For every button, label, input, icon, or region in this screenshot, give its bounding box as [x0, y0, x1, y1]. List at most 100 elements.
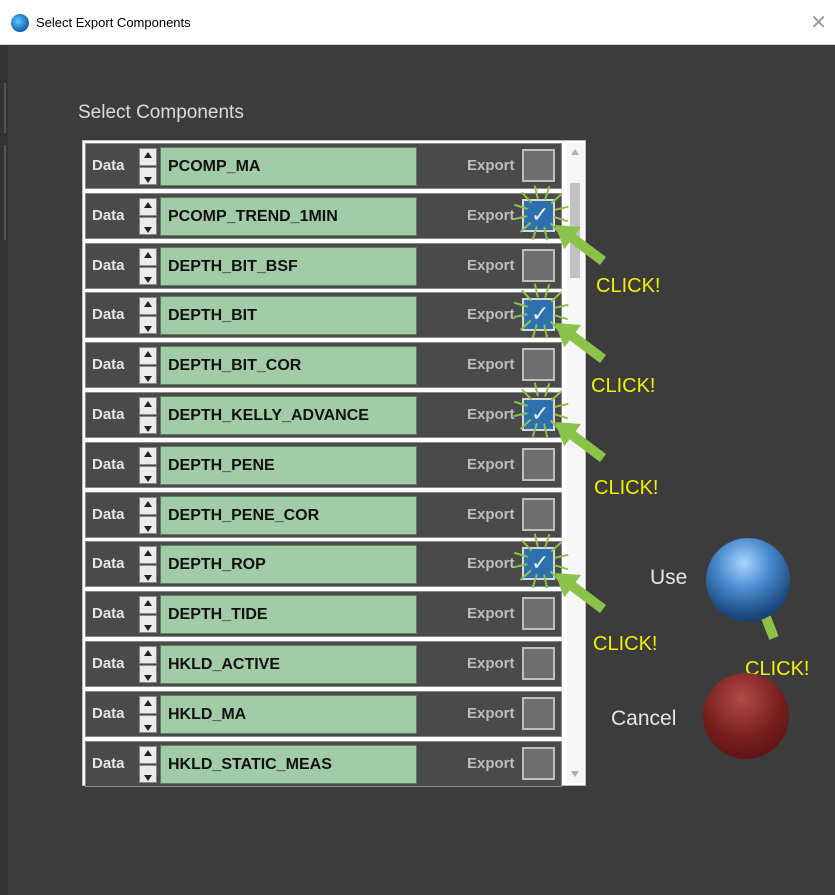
data-spinner[interactable]	[139, 297, 157, 335]
click-annotation-text: CLICK!	[596, 275, 661, 297]
caret-down-icon	[144, 177, 152, 183]
checkmark-icon: ✓	[531, 551, 550, 577]
component-name-field[interactable]: HKLD_MA	[160, 694, 417, 734]
data-spinner[interactable]	[139, 695, 157, 734]
spinner-down-button[interactable]	[139, 416, 157, 434]
spinner-down-button[interactable]	[139, 714, 157, 733]
export-checkbox[interactable]: ✓	[522, 198, 555, 232]
data-spinner[interactable]	[139, 197, 157, 236]
export-label: Export	[467, 704, 515, 722]
window-left-edge	[0, 45, 8, 895]
export-checkbox[interactable]	[522, 348, 555, 382]
component-name-field[interactable]: DEPTH_BIT_BSF	[160, 246, 417, 286]
spinner-down-button[interactable]	[139, 167, 157, 185]
data-spinner[interactable]	[139, 148, 157, 186]
click-annotation-text: CLICK!	[591, 375, 656, 397]
edge-mark	[4, 83, 6, 133]
spinner-up-button[interactable]	[139, 646, 157, 664]
caret-up-icon	[144, 749, 152, 756]
spinner-up-button[interactable]	[139, 347, 157, 366]
spinner-down-button[interactable]	[139, 216, 157, 235]
export-checkbox[interactable]: ✓	[522, 398, 555, 431]
data-spinner[interactable]	[139, 397, 157, 435]
spinner-down-button[interactable]	[139, 465, 157, 484]
spinner-up-button[interactable]	[139, 397, 157, 415]
component-name-field[interactable]: DEPTH_KELLY_ADVANCE	[160, 396, 417, 435]
data-spinner[interactable]	[139, 596, 157, 634]
spinner-up-button[interactable]	[139, 745, 157, 764]
use-label: Use	[650, 566, 688, 589]
spinner-down-button[interactable]	[139, 764, 157, 783]
export-checkbox[interactable]	[522, 149, 555, 182]
data-spinner[interactable]	[139, 745, 157, 784]
scroll-down-arrow-icon[interactable]	[571, 771, 579, 777]
use-button[interactable]	[706, 538, 790, 622]
spinner-up-button[interactable]	[139, 596, 157, 615]
cancel-button[interactable]	[703, 673, 789, 759]
caret-up-icon	[144, 251, 152, 258]
component-name-field[interactable]: DEPTH_ROP	[160, 545, 417, 585]
spinner-up-button[interactable]	[139, 695, 157, 714]
component-name: PCOMP_MA	[168, 158, 261, 175]
component-name: DEPTH_TIDE	[168, 606, 268, 624]
data-label: Data	[92, 555, 125, 573]
spinner-up-button[interactable]	[139, 546, 157, 565]
scroll-up-arrow-icon[interactable]	[571, 149, 579, 155]
component-row: Data DEPTH_BIT Export ✓	[85, 292, 562, 339]
spinner-up-button[interactable]	[139, 446, 157, 465]
export-checkbox[interactable]	[522, 597, 555, 631]
component-name-field[interactable]: PCOMP_TREND_1MIN	[160, 196, 417, 236]
data-spinner[interactable]	[139, 446, 157, 485]
export-checkbox[interactable]	[522, 497, 555, 531]
spinner-up-button[interactable]	[139, 197, 157, 216]
component-name-field[interactable]: HKLD_ACTIVE	[160, 645, 417, 684]
component-list[interactable]: Data PCOMP_MA Export Data PCOMP_TREND_1MIN Ex…	[82, 140, 586, 787]
caret-down-icon	[144, 276, 152, 283]
cancel-label: Cancel	[611, 707, 677, 730]
export-label: Export	[467, 605, 515, 623]
spinner-up-button[interactable]	[139, 148, 157, 166]
data-spinner[interactable]	[139, 646, 157, 684]
component-name-field[interactable]: DEPTH_PENE	[160, 445, 417, 485]
caret-down-icon	[144, 376, 152, 383]
list-scrollbar[interactable]	[567, 143, 584, 783]
spinner-down-button[interactable]	[139, 366, 157, 385]
spinner-down-button[interactable]	[139, 266, 157, 285]
export-checkbox[interactable]	[522, 248, 555, 282]
data-spinner[interactable]	[139, 247, 157, 286]
component-name-field[interactable]: DEPTH_PENE_COR	[160, 495, 417, 535]
spinner-down-button[interactable]	[139, 515, 157, 534]
export-checkbox[interactable]: ✓	[522, 298, 555, 332]
data-label: Data	[92, 256, 125, 274]
title-bar: Select Export Components ✕	[0, 0, 835, 45]
spinner-up-button[interactable]	[139, 496, 157, 515]
export-checkbox[interactable]	[522, 647, 555, 680]
data-spinner[interactable]	[139, 496, 157, 535]
spinner-up-button[interactable]	[139, 247, 157, 266]
component-name-field[interactable]: DEPTH_BIT	[160, 296, 417, 336]
spinner-down-button[interactable]	[139, 316, 157, 335]
component-name: DEPTH_KELLY_ADVANCE	[168, 407, 369, 424]
spinner-down-button[interactable]	[139, 565, 157, 584]
component-name: HKLD_MA	[168, 705, 247, 723]
export-label: Export	[467, 505, 515, 523]
data-spinner[interactable]	[139, 347, 157, 385]
export-checkbox[interactable]	[522, 447, 555, 481]
export-checkbox[interactable]: ✓	[522, 547, 555, 581]
spinner-down-button[interactable]	[139, 665, 157, 683]
component-name-field[interactable]: DEPTH_BIT_COR	[160, 346, 417, 386]
spinner-up-button[interactable]	[139, 297, 157, 316]
scroll-thumb[interactable]	[570, 183, 580, 278]
component-name-field[interactable]: DEPTH_TIDE	[160, 595, 417, 635]
component-name-field[interactable]: HKLD_STATIC_MEAS	[160, 744, 417, 784]
component-name-field[interactable]: PCOMP_MA	[160, 147, 417, 186]
export-checkbox[interactable]	[522, 746, 555, 780]
export-checkbox[interactable]	[522, 696, 555, 730]
data-spinner[interactable]	[139, 546, 157, 584]
caret-up-icon	[144, 450, 152, 457]
caret-up-icon	[144, 201, 152, 208]
close-icon[interactable]: ✕	[810, 10, 827, 34]
spinner-down-button[interactable]	[139, 615, 157, 634]
export-label: Export	[467, 356, 515, 374]
caret-up-icon	[144, 301, 152, 308]
